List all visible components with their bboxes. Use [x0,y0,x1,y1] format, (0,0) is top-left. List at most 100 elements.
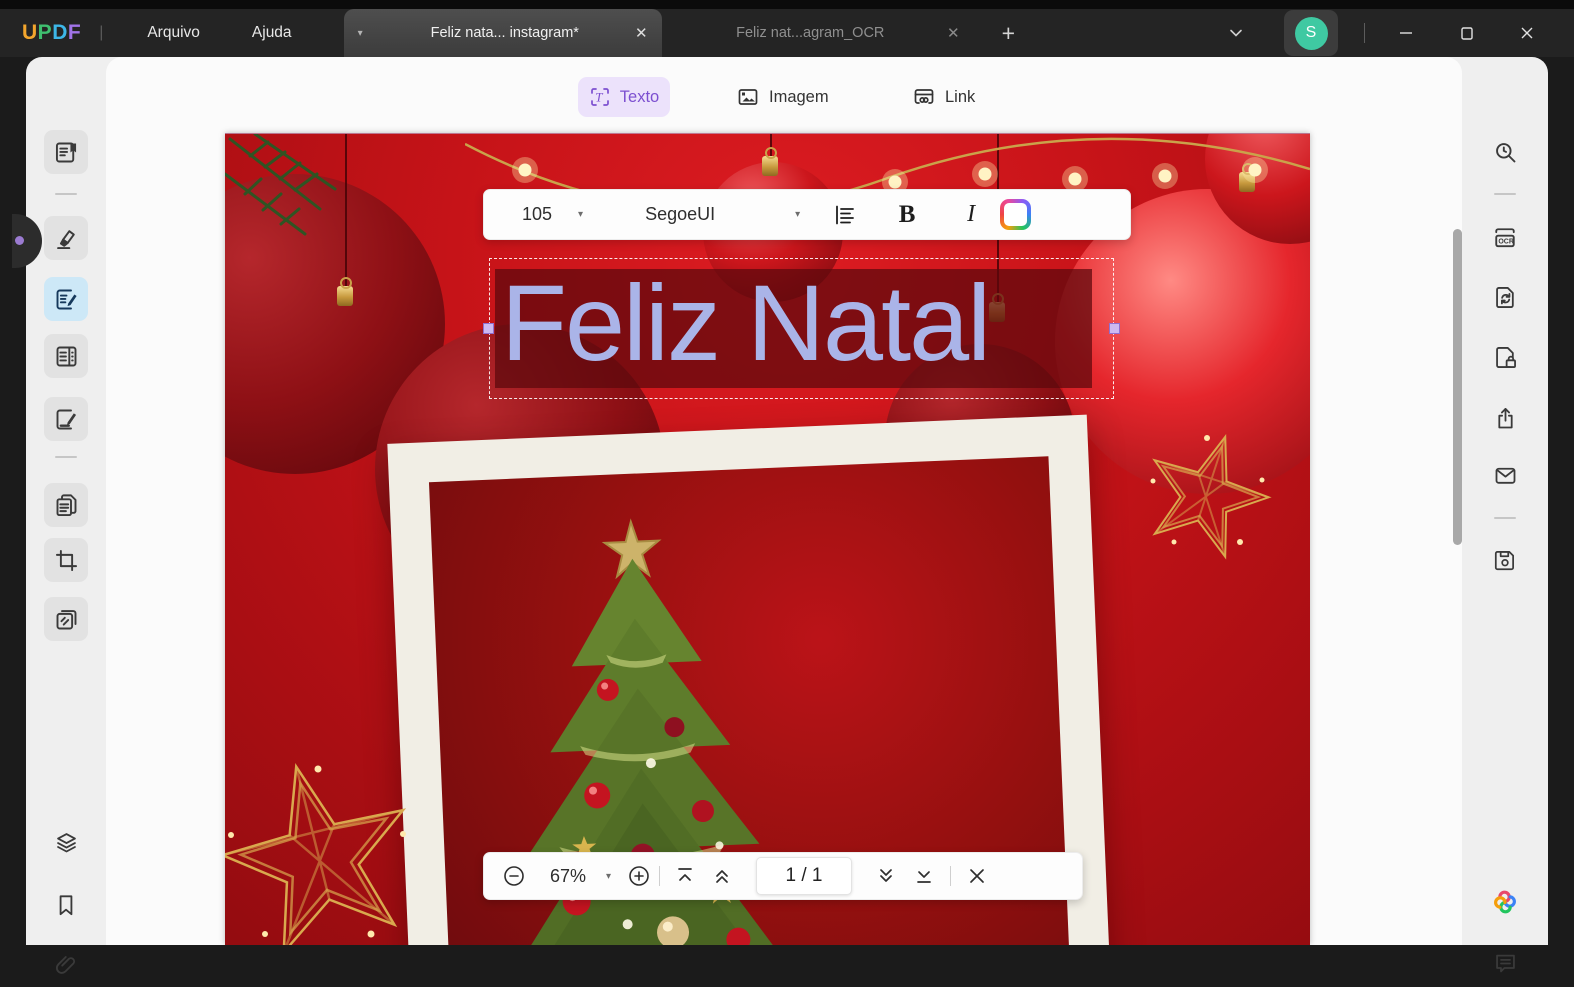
tool-link-button[interactable]: Link [912,77,975,117]
ornament-cap [337,277,353,306]
sidebar-item-edit[interactable] [44,277,88,321]
stacked-pages-icon [56,609,76,629]
sidebar-item-convert[interactable] [44,483,88,527]
share-icon [1497,407,1513,428]
tab-close-icon[interactable]: ✕ [635,24,648,42]
reader-icon [55,142,76,162]
tab-active[interactable]: ▾ Feliz nata... instagram* ✕ [343,9,662,57]
align-left-button[interactable] [822,195,868,235]
toolbar-separator [950,866,952,886]
page-indicator[interactable]: 1 / 1 [756,857,853,895]
sidebar-item-share[interactable] [1483,396,1527,440]
bookmark-icon [59,895,73,916]
sidebar-item-ocr[interactable]: OCR [1483,216,1527,260]
titlebar: UPDF | Arquivo Ajuda ▾ Feliz nata... ins… [0,9,1574,57]
zoom-level-value[interactable]: 67% [536,866,600,887]
menu-ajuda[interactable]: Ajuda [226,16,318,50]
tab-close-icon[interactable]: ✕ [947,24,960,42]
link-tool-icon [914,89,934,104]
sidebar-item-save[interactable] [1483,538,1527,582]
sidebar-item-search[interactable] [1483,130,1527,174]
zoom-in-button[interactable] [627,853,651,899]
convert-file-icon [1495,286,1514,308]
font-name-dropdown-icon[interactable]: ▾ [795,209,800,220]
font-size-value[interactable]: 105 [522,204,552,225]
paperclip-icon [55,956,75,974]
mail-icon [1495,467,1515,484]
sidebar-item-organize[interactable] [44,334,88,378]
pine-branch-decoration [225,134,337,236]
resize-handle-right[interactable] [1109,323,1120,334]
tool-label: Imagem [769,87,829,106]
vertical-scrollbar[interactable] [1453,229,1462,545]
resize-handle-left[interactable] [483,323,494,334]
sidebar-divider [55,193,77,195]
text-selection-box[interactable] [489,258,1114,399]
ocr-icon: OCR [1495,228,1515,248]
sidebar-item-attachments[interactable] [44,943,88,987]
next-page-button[interactable] [866,853,906,899]
first-page-button[interactable] [668,853,702,899]
sidebar-divider [55,456,77,458]
sidebar-item-reader[interactable] [44,130,88,174]
maximize-button[interactable] [1444,9,1490,57]
sidebar-item-fill-sign[interactable] [44,397,88,441]
sidebar-item-layers[interactable] [44,820,88,864]
font-color-button[interactable] [1000,199,1032,230]
italic-button[interactable]: I [948,195,994,235]
tab-caret-icon[interactable]: ▾ [358,28,363,39]
toolbar-separator [659,866,661,886]
tool-imagem-button[interactable]: Imagem [736,77,829,117]
window-controls-separator [1364,23,1365,43]
panel-collapse-dot [15,236,24,245]
font-name-value[interactable]: SegoeUI [645,204,795,225]
sidebar-divider [1494,193,1516,195]
sidebar-item-feedback[interactable] [1483,941,1527,985]
gold-star-decoration [225,763,407,945]
close-toolbar-button[interactable] [959,853,995,899]
sidebar-item-convert-file[interactable] [1483,275,1527,319]
tab-list-chevron-icon[interactable] [1228,9,1244,57]
left-sidebar [26,57,106,974]
tool-texto-button[interactable]: T Texto [578,77,670,117]
tool-label: Texto [619,87,660,106]
font-size-dropdown-icon[interactable]: ▾ [578,209,583,220]
previous-page-button[interactable] [702,853,742,899]
sidebar-item-watermark[interactable] [44,597,88,641]
pdf-page[interactable]: Feliz Natal 105 ▾ SegoeUI ▾ B I 67% ▾ 1 … [225,133,1310,945]
zoom-dropdown-icon[interactable]: ▾ [606,871,611,882]
zoom-out-button[interactable] [502,853,526,899]
sidebar-item-mail[interactable] [1483,453,1527,497]
highlighter-icon [56,229,75,249]
sidebar-item-crop[interactable] [44,538,88,582]
last-page-button[interactable] [906,853,942,899]
gold-star-decoration [1150,434,1272,560]
app-content: T Texto Imagem Link Feliz Natal 105 ▾ Se… [26,57,1548,974]
updf-logo: UPDF [22,21,82,44]
sidebar-item-protect[interactable] [1483,335,1527,379]
menu-arquivo[interactable]: Arquivo [121,16,226,50]
sidebar-item-updf-ai[interactable] [1483,880,1527,924]
document-canvas[interactable]: T Texto Imagem Link Feliz Natal 105 ▾ Se… [106,57,1462,945]
minimize-button[interactable] [1383,9,1429,57]
layers-icon [56,832,76,852]
sidebar-item-bookmarks[interactable] [44,883,88,927]
tab-inactive[interactable]: Feliz nat...agram_OCR ✕ [674,9,974,57]
logo-separator: | [99,24,104,41]
close-button[interactable] [1504,9,1550,57]
fill-sign-icon [56,409,76,429]
feedback-chat-icon [1495,954,1515,972]
edit-pdf-icon [56,289,77,309]
zoom-toolbar: 67% ▾ 1 / 1 [483,852,1083,900]
save-icon [1494,551,1514,571]
document-lock-icon [1495,346,1516,368]
svg-text:OCR: OCR [1498,239,1514,246]
align-left-icon [836,205,855,224]
avatar: S [1294,16,1328,50]
bold-button[interactable]: B [884,195,930,235]
new-tab-button[interactable]: + [1002,20,1015,47]
sidebar-item-comment[interactable] [44,216,88,260]
account-button[interactable]: S [1284,10,1338,56]
sidebar-divider [1494,517,1516,519]
svg-text:T: T [595,90,603,105]
